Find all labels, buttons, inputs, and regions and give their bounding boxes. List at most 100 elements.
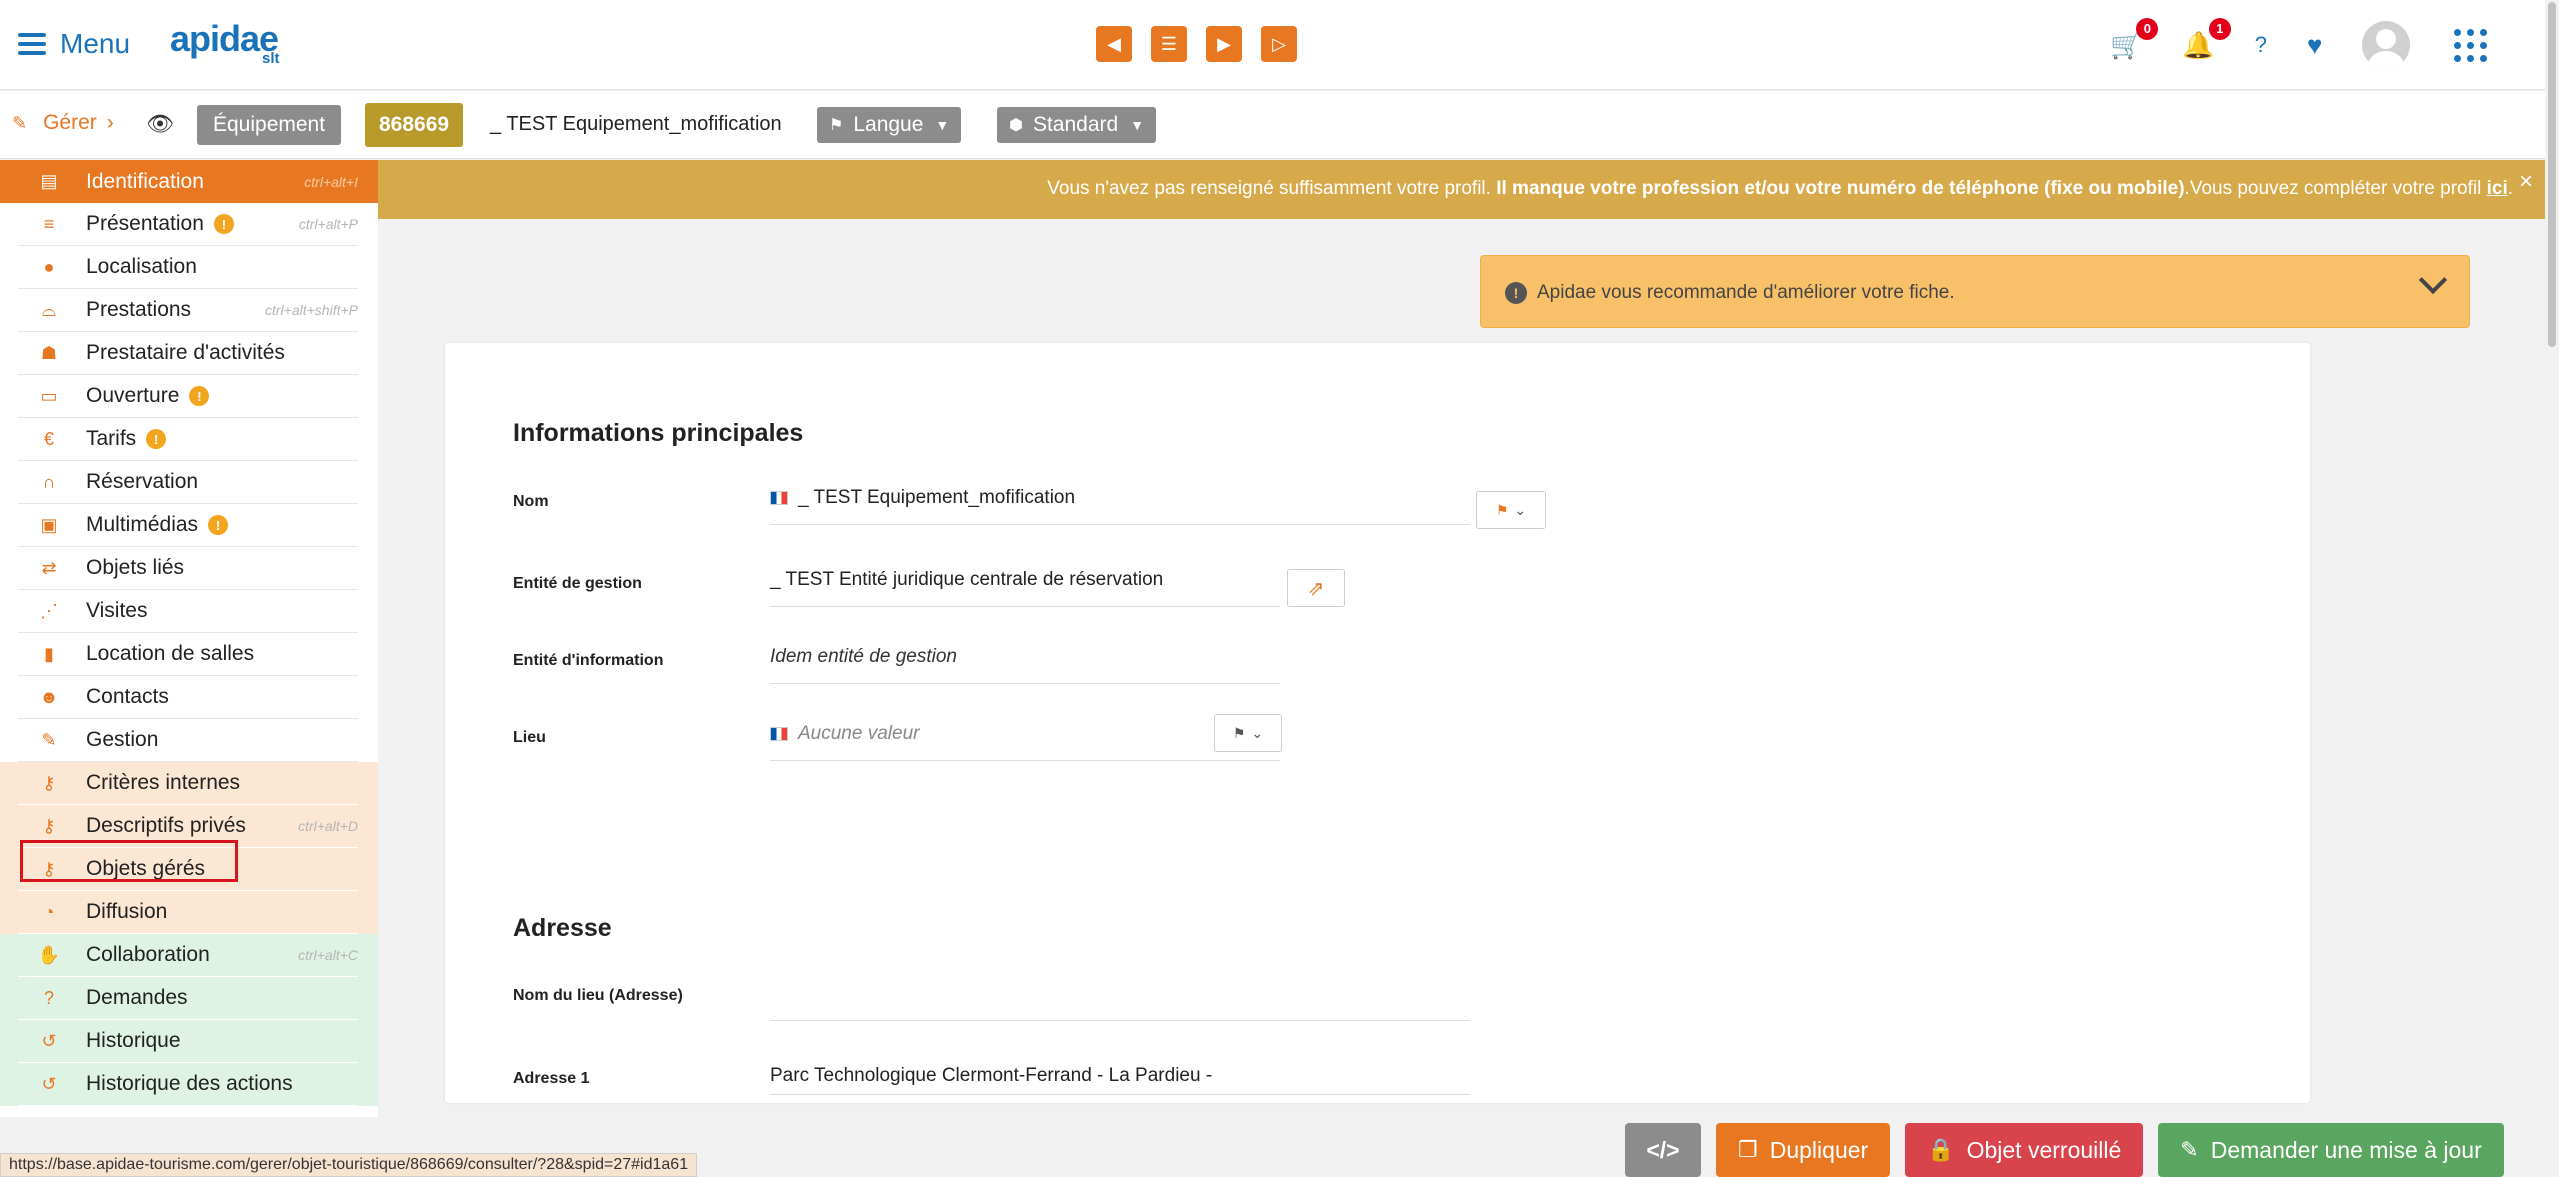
object-toolbar: ✎ Gérer › 👁 Équipement 868669 _ TEST Equ…	[0, 91, 2545, 159]
handshake-icon: ✋	[37, 944, 61, 965]
sidebar-item-demandes[interactable]: ? Demandes	[0, 977, 378, 1020]
list-icon: ☰	[1160, 33, 1178, 54]
section-title-main: Informations principales	[513, 419, 804, 447]
sidebar-item-location-salles[interactable]: ▮ Location de salles	[0, 633, 378, 676]
warning-circle-icon: !	[1505, 282, 1527, 304]
standard-dropdown[interactable]: ⬢ Standard ▼	[997, 107, 1157, 143]
warning-icon: !	[213, 214, 234, 234]
triangle-right-icon: ▶	[1217, 33, 1231, 54]
entite-gestion-field[interactable]: _ TEST Entité juridique centrale de rése…	[770, 559, 1280, 607]
standard-label: Standard	[1032, 113, 1119, 136]
warning-icon: !	[146, 429, 167, 449]
sidebar-item-criteres-internes[interactable]: ⚷ Critères internes	[0, 762, 378, 805]
key-icon: ⚷	[42, 858, 56, 879]
form-card: Informations principales Nom _ TEST Equi…	[445, 343, 2310, 1103]
entite-info-field[interactable]: Idem entité de gestion	[770, 636, 1280, 684]
sidebar-item-prestations[interactable]: ⌓ Prestations ctrl+alt+shift+P	[0, 289, 378, 332]
scrollbar-thumb[interactable]	[2548, 2, 2556, 347]
sidebar-item-visites[interactable]: ⋰ Visites	[0, 590, 378, 633]
close-icon[interactable]: ×	[2519, 168, 2533, 196]
sidebar-item-presentation[interactable]: ≡ Présentation! ctrl+alt+P	[0, 203, 378, 246]
open-entity-button[interactable]: ⇗	[1287, 569, 1345, 607]
chevron-right-icon: ›	[106, 111, 114, 134]
sidebar-item-descriptifs-prives[interactable]: ⚷ Descriptifs privés ctrl+alt+D	[0, 805, 378, 848]
recommendation-panel[interactable]: ! Apidae vous recommande d'améliorer vot…	[1480, 255, 2470, 328]
list-records-button[interactable]: ☰	[1151, 26, 1187, 62]
sidebar-item-ouverture[interactable]: ▭ Ouverture!	[0, 375, 378, 418]
favorites-button[interactable]: ♥	[2307, 30, 2322, 61]
sidebar-item-multimedias[interactable]: ▣ Multimédias!	[0, 504, 378, 547]
bell-service-icon: ⌓	[41, 299, 57, 320]
adresse1-field[interactable]: Parc Technologique Clermont-Ferrand - La…	[770, 1055, 1470, 1095]
share-icon: ⇗	[1307, 577, 1325, 600]
notifications-button[interactable]: 🔔 1	[2182, 17, 2231, 61]
map-pin-icon: ●	[43, 256, 55, 277]
lieu-field[interactable]: Aucune valeur	[770, 713, 1280, 761]
sidebar-item-tarifs[interactable]: € Tarifs!	[0, 418, 378, 461]
triangle-left-icon: ◀	[1107, 33, 1121, 54]
chevron-down-icon: ▼	[1130, 117, 1145, 133]
lieu-language-dropdown[interactable]: ⚑ ⌄	[1214, 714, 1282, 752]
hiker-icon: ☗	[40, 342, 58, 363]
sidebar: ▤ Identification ctrl+alt+I ≡ Présentation!…	[0, 160, 378, 1117]
langue-dropdown[interactable]: ⚑ Langue ▼	[817, 107, 962, 143]
question-icon: ?	[2254, 32, 2267, 57]
chevron-down-icon: ▼	[935, 117, 950, 133]
nom-field[interactable]: _ TEST Equipement_mofification	[770, 477, 1470, 525]
cube-icon: ⬢	[1009, 117, 1023, 134]
sidebar-item-historique[interactable]: ↺ Historique	[0, 1020, 378, 1063]
sidebar-item-collaboration[interactable]: ✋ Collaboration ctrl+alt+C	[0, 934, 378, 977]
cart-count-badge: 0	[2136, 17, 2159, 40]
gerer-label: Gérer	[43, 111, 97, 134]
request-update-button[interactable]: ✎ Demander une mise à jour	[2158, 1123, 2504, 1177]
wrench-icon: ✎	[41, 729, 57, 750]
duplicate-button[interactable]: ❐ Dupliquer	[1716, 1123, 1891, 1177]
adresse1-label: Adresse 1	[513, 1070, 590, 1087]
flag-icon: ⚑	[829, 117, 844, 134]
help-button[interactable]: ?	[2255, 32, 2267, 58]
nom-language-dropdown[interactable]: ⚑ ⌄	[1476, 491, 1546, 529]
apidae-logo-sub: slt	[262, 50, 280, 67]
menu-button[interactable]: Menu	[18, 24, 130, 64]
apps-grid-icon[interactable]	[2454, 28, 2488, 62]
sidebar-item-identification[interactable]: ▤ Identification ctrl+alt+I	[0, 160, 378, 203]
cart-button[interactable]: 🛒 0	[2110, 17, 2159, 61]
sidebar-item-prestataire[interactable]: ☗ Prestataire d'activités	[0, 332, 378, 375]
sidebar-item-reservation[interactable]: ∩ Réservation	[0, 461, 378, 504]
history-icon: ↺	[41, 1030, 57, 1051]
bottom-action-bar: </> ❐ Dupliquer 🔒 Objet verrouillé ✎ Dem…	[1625, 1123, 2504, 1177]
locked-object-button[interactable]: 🔒 Objet verrouillé	[1905, 1123, 2144, 1177]
nom-label: Nom	[513, 493, 549, 510]
user-avatar[interactable]	[2362, 21, 2411, 69]
code-button[interactable]: </>	[1625, 1123, 1701, 1177]
pencil-icon: ✎	[12, 112, 28, 133]
french-flag-icon	[770, 491, 788, 505]
recommendation-text: Apidae vous recommande d'améliorer votre…	[1537, 282, 1955, 303]
euro-icon: €	[43, 428, 54, 449]
bookmark-icon: ▮	[44, 643, 54, 664]
sidebar-item-historique-actions[interactable]: ↺ Historique des actions	[0, 1063, 378, 1106]
eye-slash-icon[interactable]: 👁	[146, 111, 174, 137]
last-record-button[interactable]: ▷	[1261, 26, 1297, 62]
previous-record-button[interactable]: ◀	[1096, 26, 1132, 62]
record-navigation: ◀ ☰ ▶ ▷	[1096, 26, 1297, 62]
sidebar-item-diffusion[interactable]: ◔ Diffusion	[0, 891, 378, 934]
vertical-scrollbar[interactable]	[2545, 0, 2559, 1177]
chevron-down-icon[interactable]	[2418, 265, 2448, 295]
sidebar-item-objets-geres[interactable]: ⚷ Objets gérés	[0, 848, 378, 891]
sidebar-item-gestion[interactable]: ✎ Gestion	[0, 719, 378, 762]
top-header: Menu apidae slt ◀ ☰ ▶ ▷ 🛒 0 🔔 1 ? ♥	[0, 0, 2545, 90]
footprints-icon: ⋰	[40, 600, 58, 621]
users-icon: ☻	[39, 686, 59, 707]
profile-link[interactable]: ici	[2487, 178, 2508, 199]
header-icons: 🛒 0 🔔 1 ? ♥	[2110, 17, 2488, 70]
notifications-count-badge: 1	[2208, 17, 2231, 40]
nom-lieu-field[interactable]	[770, 973, 1470, 1021]
next-record-button[interactable]: ▶	[1206, 26, 1242, 62]
flag-icon: ⚑	[1495, 501, 1509, 518]
sidebar-item-localisation[interactable]: ● Localisation	[0, 246, 378, 289]
sidebar-item-objets-lies[interactable]: ⇄ Objets liés	[0, 547, 378, 590]
sidebar-item-contacts[interactable]: ☻ Contacts	[0, 676, 378, 719]
gerer-breadcrumb[interactable]: ✎ Gérer ›	[12, 111, 114, 135]
question-circle-icon: ?	[43, 987, 54, 1008]
